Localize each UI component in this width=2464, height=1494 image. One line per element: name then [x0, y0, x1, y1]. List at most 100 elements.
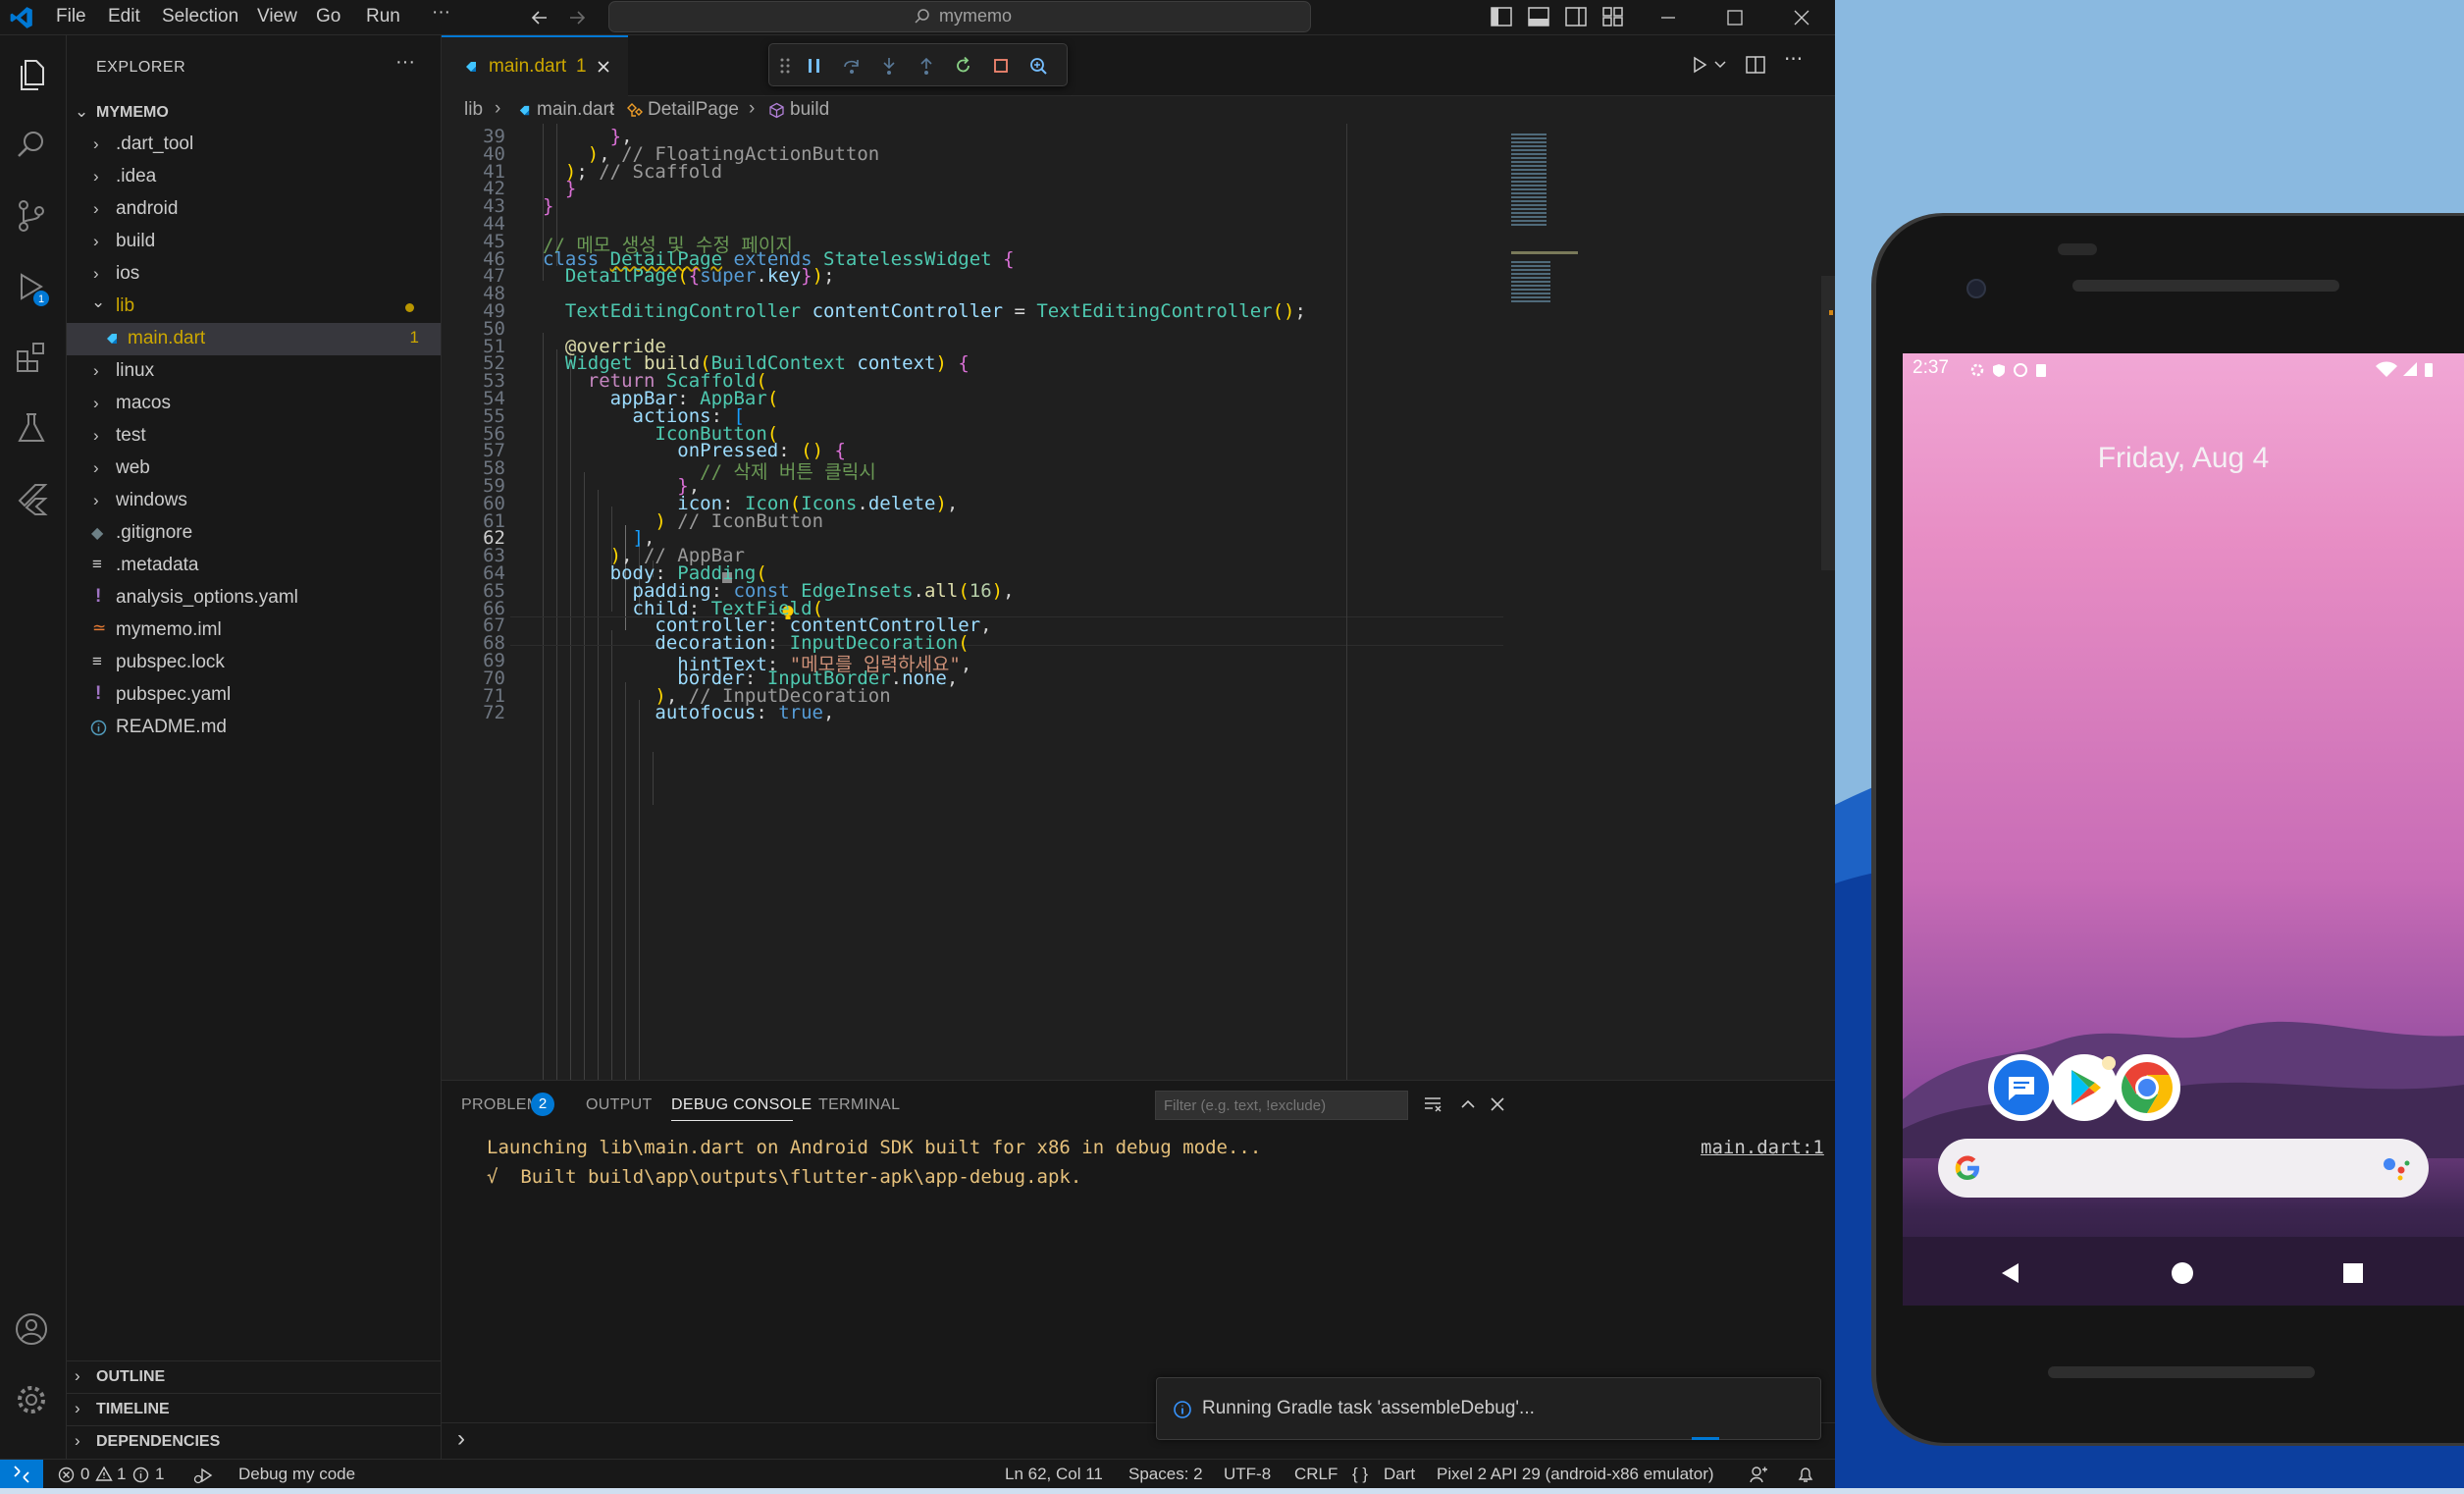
- editor-more-actions[interactable]: ···: [1784, 47, 1803, 71]
- maximize-icon[interactable]: [1725, 8, 1745, 27]
- cursor-position[interactable]: Ln 62, Col 11: [1005, 1465, 1103, 1484]
- nav-back-icon[interactable]: [1999, 1261, 2020, 1285]
- tab-terminal[interactable]: TERMINAL: [818, 1096, 900, 1114]
- command-center-search[interactable]: mymemo: [608, 1, 1311, 32]
- tab-output[interactable]: OUTPUT: [586, 1096, 653, 1114]
- maximize-panel-icon[interactable]: [1458, 1094, 1478, 1114]
- run-icon[interactable]: [1690, 55, 1709, 75]
- feedback-icon[interactable]: [1749, 1466, 1768, 1484]
- tree-item-windows[interactable]: › windows: [67, 485, 441, 517]
- error-count[interactable]: 0: [80, 1465, 89, 1484]
- search-view-icon[interactable]: [12, 126, 51, 165]
- close-window-icon[interactable]: [1792, 8, 1811, 27]
- tree-item-lib[interactable]: ⌄ lib: [67, 291, 441, 323]
- remote-indicator[interactable]: [0, 1460, 43, 1489]
- step-out-icon[interactable]: [917, 56, 936, 76]
- tree-item-dart-tool[interactable]: › .dart_tool: [67, 129, 441, 161]
- menu-go[interactable]: Go: [316, 6, 341, 27]
- source-control-icon[interactable]: [12, 196, 51, 236]
- device-selector[interactable]: Pixel 2 API 29 (android-x86 emulator): [1437, 1465, 1714, 1484]
- tree-item-test[interactable]: › test: [67, 420, 441, 453]
- tree-item-web[interactable]: › web: [67, 453, 441, 485]
- drag-handle-icon[interactable]: [779, 56, 791, 76]
- close-tab-icon[interactable]: [596, 59, 611, 75]
- menu-run[interactable]: Run: [366, 6, 400, 27]
- notifications-bell-icon[interactable]: [1796, 1466, 1815, 1484]
- tree-item-build[interactable]: › build: [67, 226, 441, 258]
- pause-icon[interactable]: [805, 56, 824, 76]
- breadcrumb-lib[interactable]: lib: [464, 99, 483, 121]
- flutter-inspector-icon[interactable]: [1028, 56, 1048, 76]
- chrome-app[interactable]: [2114, 1054, 2180, 1121]
- warning-icon[interactable]: [95, 1466, 113, 1482]
- testing-icon[interactable]: [12, 408, 51, 448]
- timeline-section[interactable]: › TIMELINE: [67, 1393, 441, 1425]
- nav-home-icon[interactable]: [2172, 1262, 2193, 1284]
- menu-edit[interactable]: Edit: [108, 6, 140, 27]
- tree-item-android[interactable]: › android: [67, 193, 441, 226]
- tree-item-readme[interactable]: README.md: [67, 712, 441, 744]
- clear-console-icon[interactable]: [1423, 1094, 1442, 1114]
- toggle-secondary-sidebar-icon[interactable]: [1564, 6, 1588, 27]
- breadcrumb-class[interactable]: DetailPage: [648, 99, 739, 121]
- breadcrumb-method[interactable]: build: [790, 99, 829, 121]
- step-over-icon[interactable]: [842, 56, 862, 76]
- accounts-icon[interactable]: [12, 1309, 51, 1349]
- language-mode[interactable]: Dart: [1384, 1465, 1415, 1484]
- tree-item-ios[interactable]: › ios: [67, 258, 441, 291]
- forward-arrow-icon[interactable]: [567, 8, 587, 27]
- tree-item-linux[interactable]: › linux: [67, 355, 441, 388]
- flutter-icon[interactable]: [12, 479, 51, 518]
- console-filter-input[interactable]: [1155, 1091, 1408, 1120]
- warning-count[interactable]: 1: [117, 1465, 126, 1484]
- customize-layout-icon[interactable]: [1601, 6, 1625, 27]
- breadcrumb-file[interactable]: main.dart: [537, 99, 614, 121]
- end-of-line[interactable]: CRLF: [1294, 1465, 1337, 1484]
- restart-icon[interactable]: [954, 56, 973, 76]
- close-panel-icon[interactable]: [1488, 1094, 1507, 1114]
- editor-scrollbar-thumb[interactable]: [1821, 276, 1835, 570]
- source-link[interactable]: main.dart:1: [1701, 1137, 1824, 1158]
- tree-item-analysis-options[interactable]: ! analysis_options.yaml: [67, 582, 441, 614]
- debug-launch-icon[interactable]: [192, 1466, 214, 1484]
- minimap[interactable]: [1509, 124, 1578, 1080]
- run-and-debug-icon[interactable]: 1: [12, 267, 51, 306]
- code-editor[interactable]: 39 }, 40 ), // FloatingActionButton 41 ); …: [442, 124, 1835, 1080]
- menu-more[interactable]: ···: [432, 2, 450, 24]
- toggle-sidebar-icon[interactable]: [1490, 6, 1513, 27]
- minimize-icon[interactable]: [1658, 8, 1678, 27]
- tab-debug-console[interactable]: DEBUG CONSOLE: [671, 1096, 813, 1114]
- tree-item-metadata[interactable]: ≡ .metadata: [67, 550, 441, 582]
- workspace-root[interactable]: ⌄ MYMEMO: [67, 96, 441, 129]
- explorer-icon[interactable]: [12, 55, 51, 94]
- back-arrow-icon[interactable]: [530, 8, 550, 27]
- tree-item-main-dart[interactable]: main.dart 1: [67, 323, 441, 355]
- info-icon[interactable]: [132, 1467, 149, 1483]
- extensions-icon[interactable]: [12, 338, 51, 377]
- indentation[interactable]: Spaces: 2: [1128, 1465, 1203, 1484]
- chevron-down-icon[interactable]: [1713, 59, 1727, 71]
- messages-app[interactable]: [1988, 1054, 2055, 1121]
- tree-item-pubspec-yaml[interactable]: ! pubspec.yaml: [67, 679, 441, 712]
- nav-recents-icon[interactable]: [2343, 1263, 2363, 1283]
- step-into-icon[interactable]: [879, 56, 899, 76]
- tree-item-pubspec-lock[interactable]: ≡ pubspec.lock: [67, 647, 441, 679]
- play-store-app[interactable]: [2051, 1054, 2118, 1121]
- manage-gear-icon[interactable]: [12, 1380, 51, 1419]
- google-search-bar[interactable]: [1938, 1139, 2429, 1198]
- split-editor-icon[interactable]: [1745, 55, 1766, 75]
- toggle-panel-icon[interactable]: [1527, 6, 1550, 27]
- notification-toast[interactable]: Running Gradle task 'assembleDebug'...: [1156, 1377, 1821, 1440]
- stop-icon[interactable]: [991, 56, 1011, 76]
- phone-screen[interactable]: 2:37 Friday, Aug 4: [1903, 353, 2464, 1306]
- tree-item-idea[interactable]: › .idea: [67, 161, 441, 193]
- menu-file[interactable]: File: [56, 6, 86, 27]
- error-icon[interactable]: [58, 1467, 75, 1483]
- tree-item-macos[interactable]: › macos: [67, 388, 441, 420]
- debug-config-label[interactable]: Debug my code: [238, 1465, 355, 1484]
- tree-item-mymemo-iml[interactable]: ≃ mymemo.iml: [67, 614, 441, 647]
- info-count[interactable]: 1: [155, 1465, 164, 1484]
- dependencies-section[interactable]: › DEPENDENCIES: [67, 1425, 441, 1458]
- encoding[interactable]: UTF-8: [1224, 1465, 1271, 1484]
- tree-item-gitignore[interactable]: ◆ .gitignore: [67, 517, 441, 550]
